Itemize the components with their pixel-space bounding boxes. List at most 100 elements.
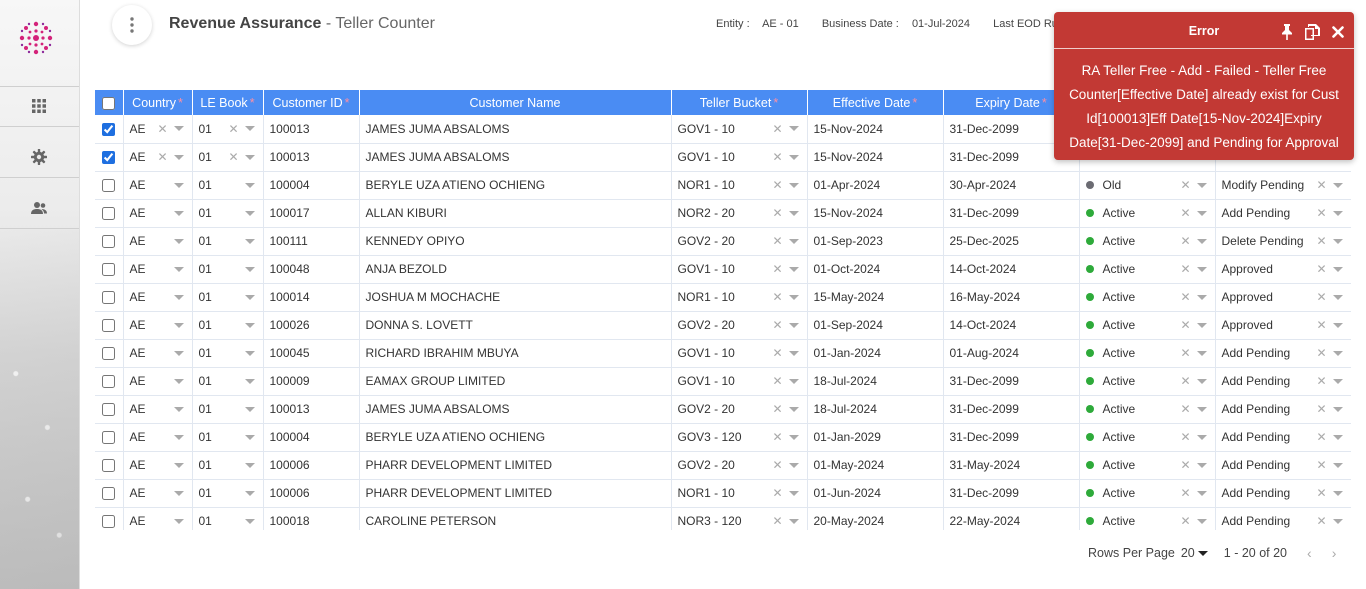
lebook-cell[interactable]: 01 <box>192 395 264 424</box>
country-cell[interactable]: AE <box>123 451 193 480</box>
customer-id-cell[interactable]: 100006 <box>263 479 360 508</box>
chevron-down-icon[interactable] <box>788 182 799 188</box>
record-indicator-cell[interactable]: Add Pending ✕ <box>1215 367 1351 396</box>
teller-bucket-cell[interactable]: NOR1 - 10 ✕ <box>671 479 808 508</box>
row-checkbox[interactable] <box>102 235 116 249</box>
clear-icon[interactable]: ✕ <box>1180 514 1190 528</box>
chevron-down-icon[interactable] <box>1332 434 1343 440</box>
table-row[interactable]: AE 01 100006 PHARR DEVELOPMENT LIMITED G… <box>95 451 1351 480</box>
teller-bucket-cell[interactable]: GOV2 - 20 ✕ <box>671 311 808 340</box>
status-cell[interactable]: Active ✕ <box>1079 479 1216 508</box>
record-indicator-cell[interactable]: Add Pending ✕ <box>1215 507 1351 530</box>
close-button[interactable] <box>1332 26 1344 38</box>
chevron-down-icon[interactable] <box>173 518 184 524</box>
status-cell[interactable]: Old ✕ <box>1079 171 1216 200</box>
pin-button[interactable] <box>1281 24 1293 40</box>
chevron-down-icon[interactable] <box>788 294 799 300</box>
record-indicator-cell[interactable]: Add Pending ✕ <box>1215 479 1351 508</box>
effective-date-cell[interactable]: 15-Nov-2024 <box>807 143 944 172</box>
chevron-down-icon[interactable] <box>173 126 184 132</box>
chevron-down-icon[interactable] <box>244 266 255 272</box>
country-cell[interactable]: AE <box>123 507 193 530</box>
clear-icon[interactable]: ✕ <box>772 486 782 500</box>
chevron-down-icon[interactable] <box>244 182 255 188</box>
chevron-down-icon[interactable] <box>788 350 799 356</box>
clear-icon[interactable]: ✕ <box>1180 458 1190 472</box>
expiry-date-cell[interactable]: 14-Oct-2024 <box>943 255 1080 284</box>
expiry-date-cell[interactable]: 14-Oct-2024 <box>943 311 1080 340</box>
chevron-down-icon[interactable] <box>244 406 255 412</box>
effective-date-cell[interactable]: 15-Nov-2024 <box>807 199 944 228</box>
effective-date-cell[interactable]: 01-Jan-2029 <box>807 423 944 452</box>
teller-bucket-cell[interactable]: NOR2 - 20 ✕ <box>671 199 808 228</box>
table-row[interactable]: AE 01 100006 PHARR DEVELOPMENT LIMITED N… <box>95 479 1351 508</box>
teller-bucket-cell[interactable]: GOV1 - 10 ✕ <box>671 115 808 144</box>
chevron-down-icon[interactable] <box>1332 266 1343 272</box>
chevron-down-icon[interactable] <box>244 238 255 244</box>
clear-icon[interactable]: ✕ <box>1180 178 1190 192</box>
customer-id-cell[interactable]: 100017 <box>263 199 360 228</box>
sidebar-item-settings[interactable] <box>28 146 50 168</box>
teller-bucket-cell[interactable]: GOV2 - 20 ✕ <box>671 395 808 424</box>
effective-date-cell[interactable]: 18-Jul-2024 <box>807 367 944 396</box>
chevron-down-icon[interactable] <box>788 238 799 244</box>
chevron-down-icon[interactable] <box>173 238 184 244</box>
expiry-date-cell[interactable]: 31-Dec-2099 <box>943 479 1080 508</box>
chevron-down-icon[interactable] <box>1196 378 1207 384</box>
chevron-down-icon[interactable] <box>173 462 184 468</box>
lebook-cell[interactable]: 01 <box>192 255 264 284</box>
row-checkbox[interactable] <box>102 459 116 473</box>
chevron-down-icon[interactable] <box>173 490 184 496</box>
chevron-down-icon[interactable] <box>1196 490 1207 496</box>
chevron-down-icon[interactable] <box>1332 294 1343 300</box>
status-cell[interactable]: Active ✕ <box>1079 255 1216 284</box>
customer-id-cell[interactable]: 100018 <box>263 507 360 530</box>
country-cell[interactable]: AE ✕ <box>123 143 193 172</box>
row-checkbox[interactable] <box>102 515 116 529</box>
clear-icon[interactable]: ✕ <box>1316 206 1326 220</box>
country-cell[interactable]: AE <box>123 227 193 256</box>
row-checkbox[interactable] <box>102 431 116 445</box>
table-row[interactable]: AE 01 100026 DONNA S. LOVETT GOV2 - 20 ✕… <box>95 311 1351 340</box>
expiry-date-cell[interactable]: 16-May-2024 <box>943 283 1080 312</box>
clear-icon[interactable]: ✕ <box>1316 374 1326 388</box>
chevron-down-icon[interactable] <box>788 490 799 496</box>
copy-button[interactable] <box>1305 24 1320 40</box>
chevron-down-icon[interactable] <box>1196 238 1207 244</box>
status-cell[interactable]: Active ✕ <box>1079 395 1216 424</box>
clear-icon[interactable]: ✕ <box>772 290 782 304</box>
status-cell[interactable]: Active ✕ <box>1079 367 1216 396</box>
lebook-cell[interactable]: 01 <box>192 507 264 530</box>
expiry-date-cell[interactable]: 31-Dec-2099 <box>943 423 1080 452</box>
expiry-date-cell[interactable]: 30-Apr-2024 <box>943 171 1080 200</box>
lebook-cell[interactable]: 01 <box>192 311 264 340</box>
column-header-lebook[interactable]: LE Book * <box>192 90 264 115</box>
customer-id-cell[interactable]: 100014 <box>263 283 360 312</box>
status-cell[interactable]: Active ✕ <box>1079 283 1216 312</box>
status-cell[interactable]: Active ✕ <box>1079 507 1216 530</box>
clear-icon[interactable]: ✕ <box>772 318 782 332</box>
clear-icon[interactable]: ✕ <box>772 458 782 472</box>
country-cell[interactable]: AE <box>123 311 193 340</box>
chevron-down-icon[interactable] <box>173 154 184 160</box>
lebook-cell[interactable]: 01 <box>192 199 264 228</box>
table-row[interactable]: AE 01 100009 EAMAX GROUP LIMITED GOV1 - … <box>95 367 1351 396</box>
chevron-down-icon[interactable] <box>173 322 184 328</box>
record-indicator-cell[interactable]: Delete Pending ✕ <box>1215 227 1351 256</box>
chevron-down-icon[interactable] <box>1332 350 1343 356</box>
teller-bucket-cell[interactable]: GOV1 - 10 ✕ <box>671 339 808 368</box>
table-row[interactable]: AE 01 100004 BERYLE UZA ATIENO OCHIENG N… <box>95 171 1351 200</box>
chevron-down-icon[interactable] <box>244 210 255 216</box>
table-row[interactable]: AE 01 100045 RICHARD IBRAHIM MBUYA GOV1 … <box>95 339 1351 368</box>
table-row[interactable]: AE 01 100013 JAMES JUMA ABSALOMS GOV2 - … <box>95 395 1351 424</box>
table-row[interactable]: AE 01 100017 ALLAN KIBURI NOR2 - 20 ✕ 15… <box>95 199 1351 228</box>
expiry-date-cell[interactable]: 31-May-2024 <box>943 451 1080 480</box>
chevron-down-icon[interactable] <box>788 406 799 412</box>
lebook-cell[interactable]: 01 <box>192 283 264 312</box>
teller-bucket-cell[interactable]: GOV1 - 10 ✕ <box>671 255 808 284</box>
clear-icon[interactable]: ✕ <box>772 262 782 276</box>
status-cell[interactable]: Active ✕ <box>1079 451 1216 480</box>
status-cell[interactable]: Active ✕ <box>1079 423 1216 452</box>
clear-icon[interactable]: ✕ <box>1180 346 1190 360</box>
record-indicator-cell[interactable]: Add Pending ✕ <box>1215 451 1351 480</box>
